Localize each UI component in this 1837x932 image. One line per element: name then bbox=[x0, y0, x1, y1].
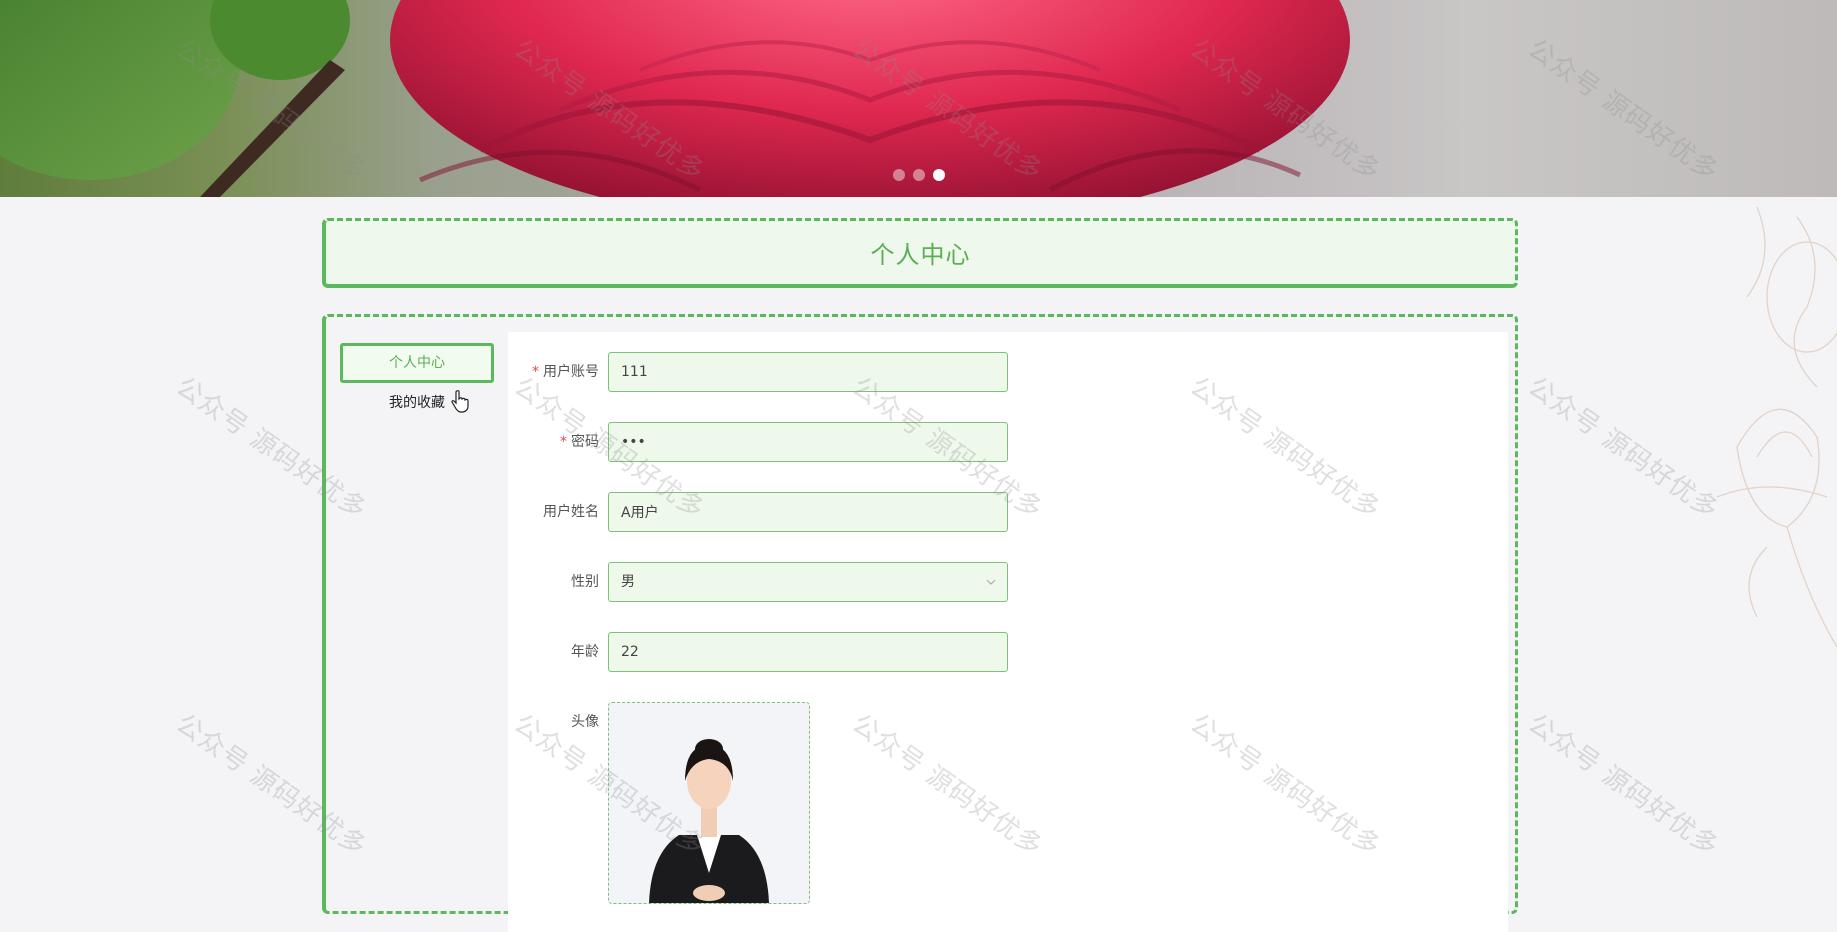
name-input[interactable] bbox=[608, 492, 1008, 532]
password-input[interactable]: ••• bbox=[608, 422, 1008, 462]
avatar-image bbox=[609, 703, 809, 903]
carousel-dot-1[interactable] bbox=[893, 169, 905, 181]
gender-select[interactable]: 男 bbox=[608, 562, 1008, 602]
chevron-down-icon bbox=[986, 579, 996, 585]
hand-cursor-icon bbox=[451, 390, 469, 413]
banner-carousel bbox=[0, 0, 1837, 197]
gender-row: 性别 男 bbox=[508, 562, 1108, 602]
account-label: * 用户账号 bbox=[532, 364, 599, 380]
required-mark: * bbox=[532, 364, 539, 380]
account-row: * 用户账号 bbox=[508, 352, 1108, 392]
carousel-indicators bbox=[893, 169, 945, 181]
avatar-upload[interactable] bbox=[608, 702, 810, 904]
gender-label: 性别 bbox=[571, 574, 599, 590]
required-mark: * bbox=[560, 434, 567, 450]
carousel-dot-2[interactable] bbox=[913, 169, 925, 181]
age-label: 年龄 bbox=[571, 644, 599, 660]
avatar-label: 头像 bbox=[571, 714, 599, 730]
name-row: 用户姓名 bbox=[508, 492, 1108, 532]
menu-item-my-favorites[interactable]: 我的收藏 bbox=[340, 383, 494, 423]
rose-banner-image bbox=[0, 0, 1350, 197]
profile-form: *用户账号 *密码 ••• 用户姓名 性别 男 年龄 头像 bbox=[508, 332, 1508, 932]
main-content-box: 个人中心 我的收藏 *用户账号 *密码 ••• 用户姓名 性别 男 bbox=[322, 314, 1518, 932]
side-menu: 个人中心 我的收藏 bbox=[340, 343, 494, 423]
password-label: * 密码 bbox=[560, 434, 599, 450]
decorative-flower-illustration bbox=[1716, 206, 1837, 648]
page-title: 个人中心 bbox=[870, 241, 971, 269]
age-input[interactable] bbox=[608, 632, 1008, 672]
watermark-text: 公众号 源码好优多 bbox=[1522, 708, 1725, 863]
carousel-dot-3[interactable] bbox=[933, 169, 945, 181]
age-row: 年龄 bbox=[508, 632, 1108, 672]
password-row: * 密码 ••• bbox=[508, 422, 1108, 462]
page-title-box: 个人中心 bbox=[322, 218, 1518, 288]
menu-item-personal-center[interactable]: 个人中心 bbox=[340, 343, 494, 383]
name-label: 用户姓名 bbox=[543, 504, 599, 520]
account-input[interactable] bbox=[608, 352, 1008, 392]
gender-selected-value: 男 bbox=[621, 574, 635, 590]
avatar-row: 头像 bbox=[508, 702, 1108, 904]
